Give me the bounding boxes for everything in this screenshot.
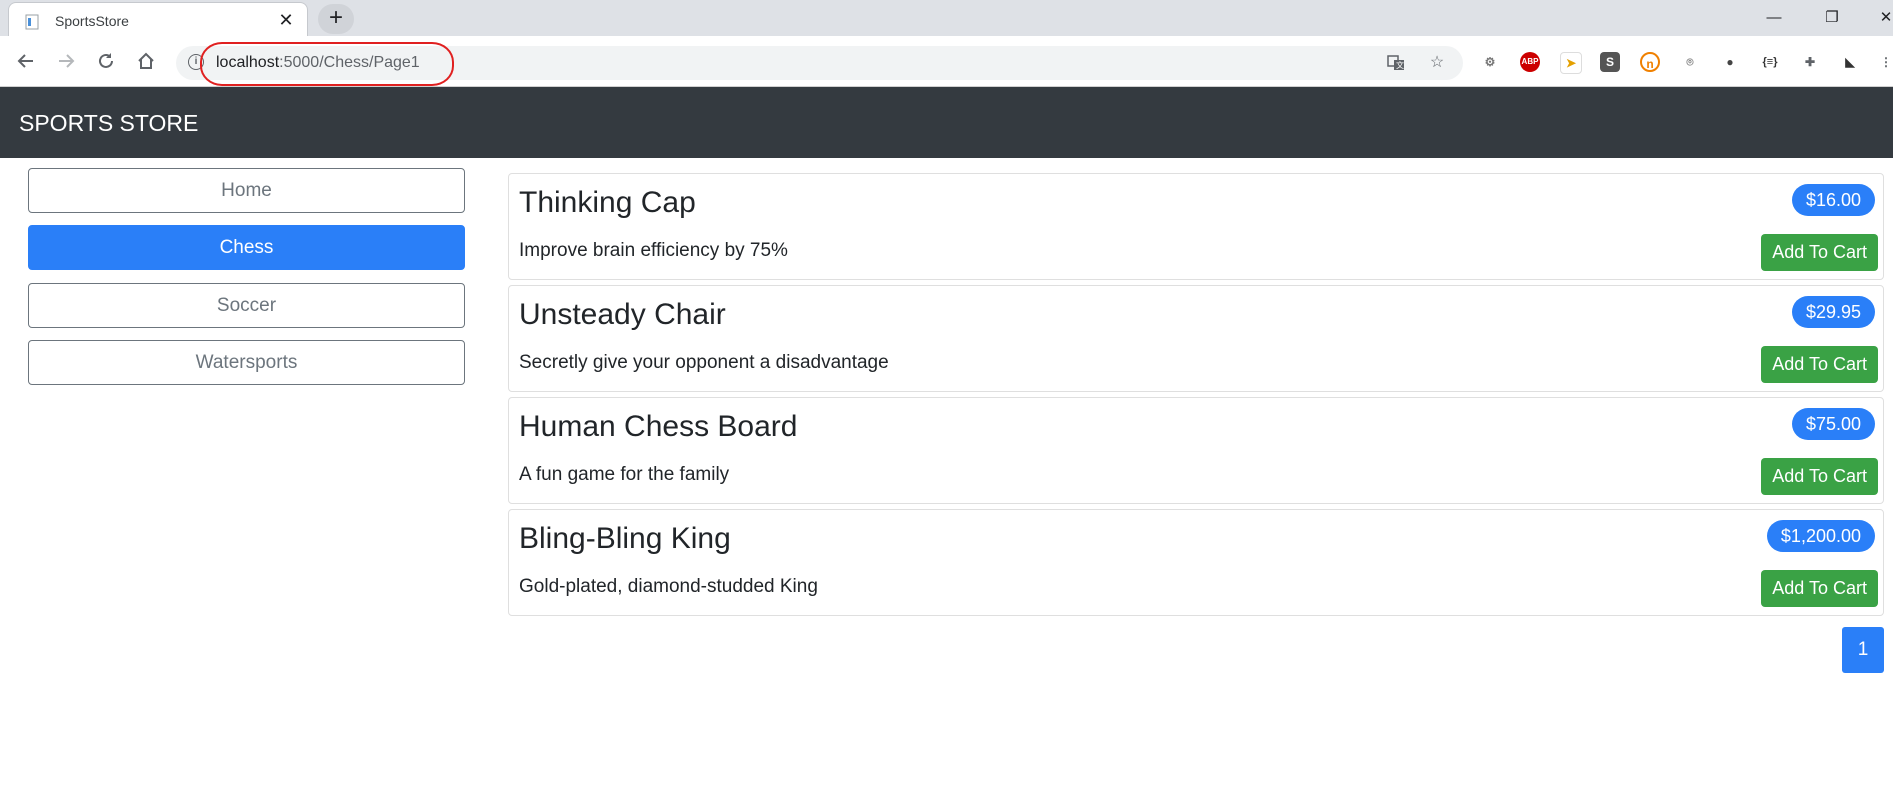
price-badge: $29.95 xyxy=(1791,296,1875,328)
extension-spheres-icon[interactable]: ● xyxy=(1720,52,1740,72)
category-chess-button[interactable]: Chess xyxy=(28,225,465,270)
product-name: Thinking Cap xyxy=(519,186,696,219)
product-card: Thinking Cap Improve brain efficiency by… xyxy=(508,173,1884,280)
translate-icon[interactable]: 文 xyxy=(1385,52,1407,74)
price-badge: $75.00 xyxy=(1791,408,1875,440)
add-to-cart-button[interactable]: Add To Cart xyxy=(1761,346,1878,383)
page-icon xyxy=(25,14,39,30)
product-name: Unsteady Chair xyxy=(519,298,726,331)
profile-avatar[interactable]: ◣ xyxy=(1840,52,1860,72)
browser-tab-bar: SportsStore ✕ + — ❐ ✕ xyxy=(0,0,1893,36)
store-navbar: SPORTS STORE xyxy=(0,87,1893,158)
product-description: Secretly give your opponent a disadvanta… xyxy=(519,352,889,373)
product-card: Unsteady Chair Secretly give your oppone… xyxy=(508,285,1884,392)
add-to-cart-button[interactable]: Add To Cart xyxy=(1761,570,1878,607)
add-to-cart-button[interactable]: Add To Cart xyxy=(1761,234,1878,271)
add-to-cart-button[interactable]: Add To Cart xyxy=(1761,458,1878,495)
category-soccer-button[interactable]: Soccer xyxy=(28,283,465,328)
product-description: Gold-plated, diamond-studded King xyxy=(519,576,818,597)
extension-json-icon[interactable]: {≡} xyxy=(1760,52,1780,72)
category-watersports-button[interactable]: Watersports xyxy=(28,340,465,385)
close-window-icon[interactable]: ✕ xyxy=(1874,6,1893,30)
browser-tab[interactable]: SportsStore ✕ xyxy=(8,2,308,36)
extension-wifi-icon[interactable]: ⌾ xyxy=(1680,52,1700,72)
svg-text:文: 文 xyxy=(1396,60,1404,70)
product-description: Improve brain efficiency by 75% xyxy=(519,240,788,261)
price-badge: $16.00 xyxy=(1791,184,1875,216)
minimize-icon[interactable]: — xyxy=(1762,6,1786,30)
store-brand[interactable]: SPORTS STORE xyxy=(19,110,198,137)
annotation-highlight xyxy=(200,42,454,86)
product-card: Human Chess Board A fun game for the fam… xyxy=(508,397,1884,504)
page-1-button[interactable]: 1 xyxy=(1842,627,1884,673)
tab-close-icon[interactable]: ✕ xyxy=(275,9,297,31)
product-name: Human Chess Board xyxy=(519,410,798,443)
reload-icon[interactable] xyxy=(93,48,119,74)
product-description: A fun game for the family xyxy=(519,464,730,485)
category-home-button[interactable]: Home xyxy=(28,168,465,213)
extensions-puzzle-icon[interactable]: ✚ xyxy=(1800,52,1820,72)
gear-extension-icon[interactable]: ⚙ xyxy=(1480,52,1500,72)
extension-arrow-icon[interactable]: ➤ xyxy=(1560,52,1582,74)
home-icon[interactable] xyxy=(133,48,159,74)
back-icon[interactable] xyxy=(13,48,39,74)
product-name: Bling-Bling King xyxy=(519,522,731,555)
bookmark-star-icon[interactable]: ☆ xyxy=(1426,52,1448,74)
restore-icon[interactable]: ❐ xyxy=(1820,6,1844,30)
new-tab-button[interactable]: + xyxy=(318,4,354,34)
extension-s-icon[interactable]: S xyxy=(1600,52,1620,72)
product-card: Bling-Bling King Gold-plated, diamond-st… xyxy=(508,509,1884,616)
tab-title: SportsStore xyxy=(55,13,129,29)
menu-dots-icon[interactable]: ⋮ xyxy=(1876,52,1893,72)
adblock-icon[interactable]: ABP xyxy=(1520,52,1540,72)
forward-icon[interactable] xyxy=(53,48,79,74)
price-badge: $1,200.00 xyxy=(1766,520,1875,552)
extension-n-icon[interactable]: n xyxy=(1640,52,1660,72)
